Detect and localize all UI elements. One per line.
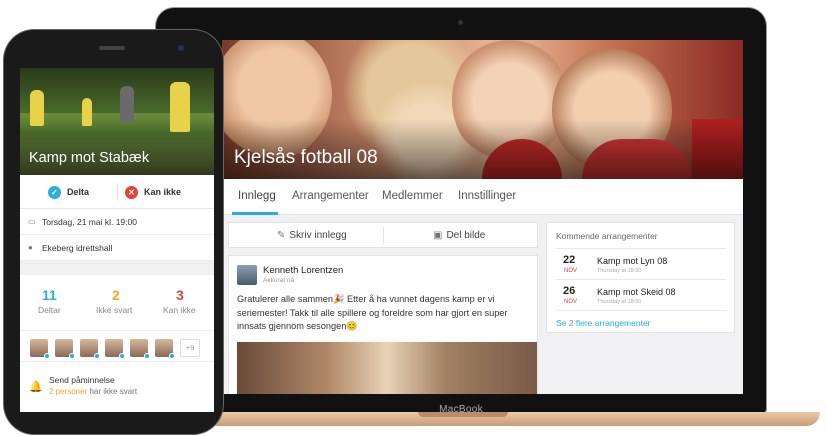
stat-label: Deltar [38, 305, 61, 315]
event-location-row[interactable]: ● Ekeberg idrettshall [20, 235, 214, 261]
pencil-icon: ✎ [277, 230, 286, 241]
avatar[interactable] [55, 339, 75, 359]
laptop-screen: Kjelsås fotball 08 Innlegg Arrangementer… [222, 40, 743, 394]
phone-screen: Kamp mot Stabæk ✓ Delta ✕ Kan ikke ▭ Tor… [20, 68, 214, 412]
divider [117, 183, 118, 201]
attend-label: Delta [67, 187, 90, 197]
calendar-icon: ▭ [28, 217, 36, 226]
reminder-text: har ikke svart [87, 387, 138, 396]
more-attendees-button[interactable]: +9 [180, 339, 200, 357]
section-gap [20, 261, 214, 275]
check-icon: ✓ [48, 186, 61, 199]
write-post-button[interactable]: ✎ Skriv innlegg [277, 230, 347, 241]
post-image[interactable] [237, 342, 537, 394]
rsvp-bar: ✓ Delta ✕ Kan ikke [20, 175, 214, 209]
avatar[interactable] [105, 339, 125, 359]
divider [556, 248, 726, 249]
reminder-subtitle: 2 personer har ikke svart [49, 387, 137, 396]
event-name: Kamp mot Skeid 08 [597, 287, 676, 297]
tab-arrangementer[interactable]: Arrangementer [292, 190, 369, 202]
phone-speaker [99, 46, 125, 50]
event-location: Ekeberg idrettshall [42, 243, 113, 253]
more-events-link[interactable]: Se 2 flere arrangementer [556, 318, 651, 328]
upcoming-events-card: Kommende arrangementer 22 NOV Kamp mot L… [546, 222, 735, 333]
divider [556, 310, 726, 311]
group-tabs: Innlegg Arrangementer Medlemmer Innstill… [222, 179, 743, 215]
event-name: Kamp mot Lyn 08 [597, 256, 668, 266]
camera-icon: ▣ [433, 230, 443, 241]
reminder-title: Send påminnelse [49, 375, 115, 385]
stat-count: 2 [112, 287, 120, 303]
avatar[interactable] [130, 339, 150, 359]
upcoming-events-title: Kommende arrangementer [556, 231, 658, 241]
tab-medlemmer[interactable]: Medlemmer [382, 190, 443, 202]
decline-label: Kan ikke [144, 187, 182, 197]
group-cover-photo: Kjelsås fotball 08 [222, 40, 743, 179]
stat-count: 3 [176, 287, 184, 303]
divider [383, 227, 384, 244]
active-tab-indicator [232, 212, 278, 215]
stat-count: 11 [42, 287, 57, 303]
stat-label: Kan ikke [163, 305, 196, 315]
bell-icon: 🔔 [29, 381, 43, 393]
share-photo-label: Del bilde [446, 230, 486, 241]
tab-innlegg[interactable]: Innlegg [238, 190, 276, 202]
reminder-count: 2 personer [49, 387, 88, 396]
event-month: NOV [564, 299, 578, 305]
group-title: Kjelsås fotball 08 [234, 147, 378, 168]
event-date: Torsdag, 21 mai kl. 19:00 [42, 217, 137, 227]
event-month: NOV [564, 268, 578, 274]
avatar[interactable] [30, 339, 50, 359]
laptop-camera [458, 20, 463, 25]
event-day: 22 [563, 254, 576, 266]
tab-innstillinger[interactable]: Innstillinger [458, 190, 516, 202]
avatar[interactable] [237, 265, 257, 285]
phone-camera [178, 45, 184, 51]
event-title: Kamp mot Stabæk [29, 150, 150, 166]
close-icon: ✕ [125, 186, 138, 199]
location-pin-icon: ● [28, 243, 33, 252]
write-post-label: Skriv innlegg [289, 230, 347, 241]
avatar[interactable] [80, 339, 100, 359]
post-timestamp: Akkurat nå [263, 277, 295, 284]
event-date-row: ▭ Torsdag, 21 mai kl. 19:00 [20, 209, 214, 235]
compose-bar: ✎ Skriv innlegg ▣ Del bilde [228, 222, 538, 248]
laptop-brand: MacBook [439, 404, 483, 415]
post-author[interactable]: Kenneth Lorentzen [263, 265, 343, 276]
post-text: Gratulerer alle sammen🎉 Etter å ha vunne… [237, 294, 508, 331]
event-day: 26 [563, 285, 576, 297]
avatar[interactable] [155, 339, 175, 359]
attendee-avatars: +9 [20, 330, 214, 362]
event-time: Thursday at 18:00 [597, 299, 642, 305]
share-photo-button[interactable]: ▣ Del bilde [433, 230, 485, 241]
event-time: Thursday at 18:00 [597, 268, 642, 274]
stat-label: Ikke svart [96, 305, 133, 315]
divider [556, 279, 726, 280]
post-card: Kenneth Lorentzen Akkurat nå Gratulerer … [228, 255, 538, 394]
